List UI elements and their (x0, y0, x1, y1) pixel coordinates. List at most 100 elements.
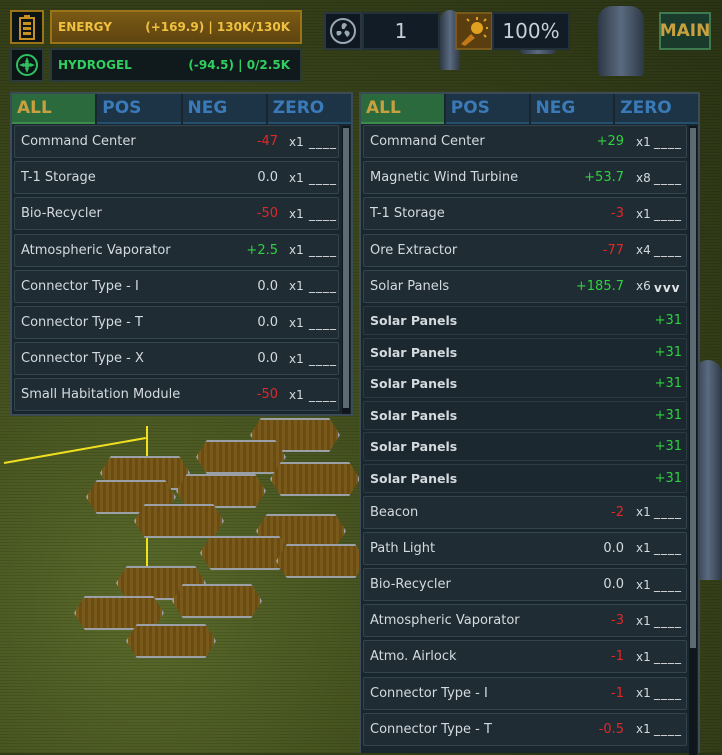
right-scrollbar-thumb[interactable] (690, 128, 696, 648)
item-name: Bio-Recycler (21, 206, 102, 222)
item-trend: ____ (654, 577, 682, 592)
item-trend: ____ (309, 243, 337, 258)
item-multiplier: x1 (636, 541, 651, 556)
item-name: Atmospheric Vaporator (370, 613, 520, 629)
item-name: Solar Panels (370, 344, 458, 360)
tab-all[interactable]: ALL (361, 94, 444, 124)
item-multiplier: x1 (636, 686, 651, 701)
item-multiplier: x8 (636, 170, 651, 185)
right-scrollbar[interactable] (689, 126, 697, 755)
item-value: +31 (654, 407, 682, 423)
list-item[interactable]: Solar Panels +185.7 x6 vvv (363, 269, 687, 303)
fan-icon[interactable] (324, 12, 362, 50)
list-item[interactable]: T-1 Storage 0.0 x1 ____ (14, 161, 339, 195)
hydrogel-label: HYDROGEL (58, 58, 132, 72)
item-multiplier: x6 (636, 279, 651, 294)
item-value: 0.0 (257, 351, 278, 367)
list-item[interactable]: Bio-Recycler -50 x1 ____ (14, 197, 339, 231)
list-item[interactable]: Connector Type - T 0.0 x1 ____ (14, 306, 339, 339)
item-trend: ____ (309, 351, 337, 366)
item-value: -2 (611, 504, 624, 520)
item-trend: ____ (309, 315, 337, 330)
sub-list-item[interactable]: Solar Panels +31 (363, 432, 687, 462)
tab-zero[interactable]: ZERO (615, 94, 698, 124)
item-value: +31 (654, 313, 682, 328)
item-value: -1 (611, 685, 624, 701)
list-item[interactable]: Connector Type - T -0.5 x1 ____ (363, 712, 687, 746)
item-name: Connector Type - X (21, 351, 144, 367)
item-multiplier: x1 (289, 170, 304, 185)
list-item[interactable]: Command Center -47 x1 ____ (14, 125, 339, 158)
energy-bar: ENERGY (+169.9) | 130K/130K (50, 10, 302, 44)
list-item[interactable]: Beacon -2 x1 ____ (363, 495, 687, 529)
item-value: +31 (654, 471, 682, 486)
list-item[interactable]: Connector Type - X 0.0 x1 ____ (14, 342, 339, 376)
structure-tower (598, 6, 644, 76)
item-name: Bio-Recycler (370, 577, 451, 592)
list-item[interactable]: Bio-Recycler 0.0 x1 ____ (363, 568, 687, 601)
list-item[interactable]: Connector Type - I -1 x1 ____ (363, 676, 687, 710)
item-trend: ____ (309, 206, 337, 221)
list-item[interactable]: Path Light 0.0 x1 ____ (363, 531, 687, 565)
right-breakdown-panel: ALL POS NEG ZERO Command Center +29 x1 ____… (359, 92, 700, 755)
item-name: Path Light (370, 540, 436, 556)
list-item[interactable]: Atmo. Airlock -1 x1 ____ (363, 640, 687, 674)
item-value: -3 (611, 206, 624, 222)
left-filter-tabs: ALL POS NEG ZERO (12, 94, 351, 124)
tab-all[interactable]: ALL (12, 94, 96, 124)
item-name: Solar Panels (370, 278, 450, 294)
sub-list-item[interactable]: Solar Panels +31 (363, 464, 687, 493)
main-button[interactable]: MAIN (659, 12, 711, 50)
item-name: Connector Type - I (370, 685, 488, 701)
list-item[interactable]: Ore Extractor -77 x4 ____ (363, 233, 687, 267)
item-value: -3 (611, 613, 624, 629)
item-multiplier: x1 (636, 206, 651, 221)
expand-toggle[interactable]: vvv (654, 281, 680, 295)
tab-zero[interactable]: ZERO (267, 94, 351, 124)
item-multiplier: x1 (289, 351, 304, 366)
item-multiplier: x1 (289, 206, 304, 221)
item-trend: ____ (654, 686, 682, 701)
energy-resource[interactable]: ENERGY (+169.9) | 130K/130K (10, 10, 302, 44)
turbine-count: 1 (362, 12, 440, 50)
left-scrollbar-thumb[interactable] (343, 128, 349, 408)
list-item[interactable]: Atmospheric Vaporator +2.5 x1 ____ (14, 233, 339, 267)
item-name: Connector Type - T (370, 721, 492, 737)
list-item[interactable]: Command Center +29 x1 ____ (363, 125, 687, 158)
list-item[interactable]: Small Habitation Module -50 x1 ____ (14, 378, 339, 412)
item-trend: ____ (309, 279, 337, 294)
tab-pos[interactable]: POS (445, 94, 529, 124)
item-value: -77 (602, 242, 624, 258)
sun-icon[interactable] (455, 12, 493, 50)
sub-list-item[interactable]: Solar Panels +31 (363, 400, 687, 430)
list-item[interactable]: Magnetic Wind Turbine +53.7 x8 ____ (363, 161, 687, 195)
item-multiplier: x1 (636, 505, 651, 520)
item-value: -50 (256, 206, 278, 222)
list-item[interactable]: T-1 Storage -3 x1 ____ (363, 197, 687, 231)
energy-label: ENERGY (58, 20, 112, 34)
item-name: Solar Panels (370, 376, 458, 392)
sub-list-item[interactable]: Solar Panels +31 (363, 337, 687, 367)
item-name: Solar Panels (370, 471, 458, 486)
list-item[interactable]: Connector Type - I 0.0 x1 ____ (14, 269, 339, 303)
item-name: T-1 Storage (370, 206, 445, 222)
item-name: Solar Panels (370, 407, 458, 423)
item-value: +31 (654, 344, 682, 360)
item-name: Solar Panels (370, 313, 458, 328)
list-item[interactable]: Atmospheric Vaporator -3 x1 ____ (363, 604, 687, 638)
item-name: Atmospheric Vaporator (21, 242, 171, 258)
solar-panel-tile (176, 474, 266, 508)
item-multiplier: x1 (636, 722, 651, 737)
item-value: +2.5 (246, 242, 278, 258)
item-multiplier: x1 (289, 243, 304, 258)
tab-neg[interactable]: NEG (182, 94, 266, 124)
item-value: -47 (256, 134, 278, 149)
item-trend: ____ (309, 134, 337, 149)
hydrogel-resource[interactable]: HYDROGEL (-94.5) | 0/2.5K (10, 48, 302, 82)
tab-pos[interactable]: POS (97, 94, 181, 124)
item-trend: ____ (654, 613, 682, 628)
tab-neg[interactable]: NEG (530, 94, 614, 124)
sub-list-item[interactable]: Solar Panels +31 (363, 306, 687, 335)
sub-list-item[interactable]: Solar Panels +31 (363, 369, 687, 399)
left-scrollbar[interactable] (342, 126, 350, 414)
